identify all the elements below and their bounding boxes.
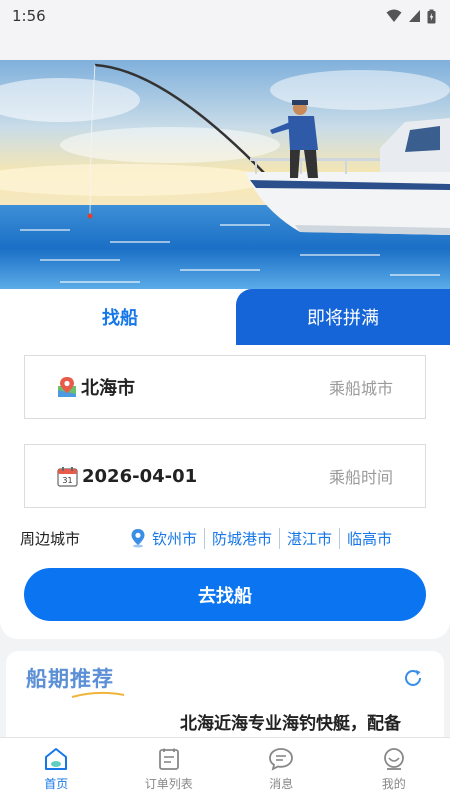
home-icon — [45, 747, 68, 770]
bottom-nav: 首页 订单列表 消息 我的 — [0, 737, 450, 800]
nearby-city-qinzhou[interactable]: 钦州市 — [148, 528, 204, 549]
calendar-icon: 31 — [57, 466, 78, 487]
nearby-cities: 周边城市 钦州市 防城港市 湛江市 临高市 — [20, 525, 430, 551]
status-time: 1:56 — [12, 7, 46, 25]
nav-messages[interactable]: 消息 — [225, 738, 338, 800]
fishing-boat-illustration — [0, 60, 450, 292]
search-card: 找船 即将拼满 北海市 乘船城市 31 2026-04-01 乘船时间 周边城市… — [0, 289, 450, 639]
map-pin-icon — [58, 377, 76, 397]
nearby-city-list: 钦州市 防城港市 湛江市 临高市 — [148, 527, 399, 549]
nearby-city-lingao[interactable]: 临高市 — [339, 527, 399, 549]
battery-icon — [427, 9, 436, 23]
wifi-icon — [386, 9, 402, 22]
status-icons — [386, 9, 436, 24]
nav-messages-label: 消息 — [269, 776, 294, 791]
calendar-day: 31 — [62, 476, 72, 485]
tab-find-boat[interactable]: 找船 — [0, 289, 240, 345]
date-value: 2026-04-01 — [82, 465, 198, 487]
signal-icon — [409, 10, 420, 22]
city-placeholder: 乘船城市 — [328, 379, 393, 398]
profile-icon — [383, 747, 404, 770]
title-underline-decoration — [71, 691, 125, 698]
nav-orders[interactable]: 订单列表 — [113, 738, 226, 800]
recommend-title: 船期推荐 — [26, 667, 114, 691]
find-boat-button[interactable]: 去找船 — [24, 568, 426, 621]
date-placeholder: 乘船时间 — [328, 468, 393, 487]
nearby-label: 周边城市 — [20, 529, 81, 548]
header-spacer — [0, 32, 450, 60]
tab-almost-full[interactable]: 即将拼满 — [236, 289, 450, 345]
nearby-city-fangchenggang[interactable]: 防城港市 — [204, 527, 279, 549]
message-icon — [269, 747, 294, 771]
recommend-item-text[interactable]: 北海近海专业海钓快艇，配备 — [180, 709, 401, 734]
nav-home[interactable]: 首页 — [0, 738, 113, 800]
refresh-icon[interactable] — [402, 667, 424, 689]
order-list-icon — [158, 748, 179, 770]
date-field[interactable]: 31 2026-04-01 乘船时间 — [24, 444, 426, 508]
nav-home-label: 首页 — [44, 776, 69, 791]
location-pin-icon — [131, 529, 145, 548]
nearby-city-zhanjiang[interactable]: 湛江市 — [279, 527, 339, 549]
city-field[interactable]: 北海市 乘船城市 — [24, 355, 426, 419]
nav-profile-label: 我的 — [381, 776, 406, 791]
hero-banner — [0, 60, 450, 292]
nav-profile[interactable]: 我的 — [338, 738, 450, 800]
status-bar: 1:56 — [0, 0, 450, 32]
nav-orders-label: 订单列表 — [144, 776, 193, 791]
city-value: 北海市 — [81, 378, 135, 399]
